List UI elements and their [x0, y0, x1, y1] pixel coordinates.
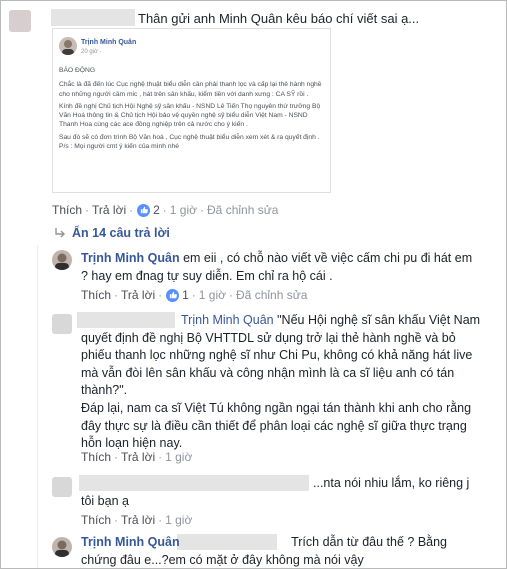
reaction-count[interactable]: 2: [153, 203, 160, 217]
reply-avatar[interactable]: [52, 537, 72, 557]
separator: ·: [114, 288, 119, 302]
reply-thread-line: [37, 245, 38, 568]
shared-post-paragraph: Sau đó sẽ có đơn trình Bộ Văn hoá , Cục …: [59, 133, 320, 141]
comment-time[interactable]: 1 giờ: [199, 288, 226, 302]
like-reaction-icon[interactable]: [166, 288, 180, 302]
shared-post-time: 20 giờ ·: [81, 49, 102, 55]
reply-body: Trịnh Minh Quân Trích dẫn từ đâu thế ? B…: [81, 534, 481, 568]
reaction-count[interactable]: 1: [182, 288, 189, 302]
like-link[interactable]: Thích: [81, 450, 111, 464]
shared-post-image[interactable]: Trịnh Minh Quân 20 giờ · BÁO ĐỘNG Chắc l…: [52, 28, 331, 193]
separator: ·: [158, 450, 163, 464]
separator: ·: [191, 288, 196, 302]
like-link[interactable]: Thích: [52, 203, 82, 217]
reply-link[interactable]: Trả lời: [121, 288, 155, 302]
edited-label[interactable]: Đã chỉnh sửa: [236, 288, 307, 302]
reply-avatar[interactable]: [52, 477, 72, 497]
separator: ·: [158, 288, 163, 302]
shared-post-paragraph: Chắc là đã đến lúc Cục nghệ thuật biểu d…: [59, 81, 322, 98]
shared-post-body: BÁO ĐỘNG Chắc là đã đến lúc Cục nghệ thu…: [59, 66, 327, 154]
reply-body: ...nta nói nhiu lắm, ko riêng j tôi bạn …: [81, 475, 481, 510]
separator: ·: [162, 203, 167, 217]
reply-text: ...nta nói nhiu lắm, ko riêng j tôi bạn …: [81, 476, 470, 508]
reply-avatar[interactable]: [52, 250, 72, 270]
shared-post-paragraph: P/s : Mọi người cmt ý kiến của mình nhé: [59, 143, 179, 151]
shared-post-avatar: [59, 37, 77, 55]
edited-label[interactable]: Đã chỉnh sửa: [207, 203, 278, 217]
like-link[interactable]: Thích: [81, 288, 111, 302]
reply-actions: Thích · Trả lời · 1 · 1 giờ · Đã chỉnh s…: [81, 288, 307, 302]
separator: ·: [129, 203, 134, 217]
comment-time[interactable]: 1 giờ: [170, 203, 197, 217]
like-link[interactable]: Thích: [81, 513, 111, 527]
reply-author[interactable]: Trịnh Minh Quân: [81, 535, 180, 549]
reply-link[interactable]: Trả lời: [121, 450, 155, 464]
reply-text-continued: Đáp lại, nam ca sĩ Việt Tú không ngần ng…: [81, 401, 472, 450]
reply-body: Trịnh Minh Quân em eii , có chỗ nào viết…: [81, 250, 481, 285]
hide-replies-toggle[interactable]: Ẩn 14 câu trả lời: [54, 226, 170, 240]
shared-post-paragraph: Kính đề nghị Chủ tịch Hội Nghệ sỹ sân kh…: [59, 102, 321, 129]
separator: ·: [158, 513, 163, 527]
separator: ·: [229, 288, 234, 302]
reply-link[interactable]: Trả lời: [121, 513, 155, 527]
reply-link[interactable]: Trả lời: [92, 203, 126, 217]
reply-avatar[interactable]: [52, 314, 72, 334]
separator: ·: [200, 203, 205, 217]
separator: ·: [114, 450, 119, 464]
reply-actions: Thích · Trả lời · 1 giờ: [81, 513, 192, 527]
comment-time[interactable]: 1 giờ: [165, 450, 192, 464]
hide-replies-label: Ẩn 14 câu trả lời: [72, 226, 170, 240]
like-reaction-icon[interactable]: [137, 203, 151, 217]
reply-body: Trịnh Minh Quân "Nếu Hội nghệ sĩ sân khấ…: [81, 312, 481, 400]
top-comment-actions: Thích · Trả lời · 2 · 1 giờ · Đã chỉnh s…: [52, 203, 278, 217]
commenter-avatar[interactable]: [9, 10, 31, 32]
shared-post-title: BÁO ĐỘNG: [59, 67, 96, 74]
separator: ·: [85, 203, 90, 217]
top-comment-text: Thân gửi anh Minh Quân kêu báo chí viết …: [138, 11, 420, 26]
reply-arrow-icon: [55, 228, 65, 238]
comment-time[interactable]: 1 giờ: [165, 513, 192, 527]
comment-thread: Thân gửi anh Minh Quân kêu báo chí viết …: [0, 0, 507, 569]
reply-author[interactable]: Trịnh Minh Quân: [81, 251, 180, 265]
reply-mention[interactable]: Trịnh Minh Quân: [181, 313, 274, 327]
reply-actions: Thích · Trả lời · 1 giờ: [81, 450, 192, 464]
redacted-commenter-name: [51, 9, 135, 26]
shared-post-author: Trịnh Minh Quân: [81, 39, 137, 46]
reply-text: "Nếu Hội nghệ sĩ sân khấu Việt Nam quyết…: [81, 313, 481, 397]
separator: ·: [114, 513, 119, 527]
